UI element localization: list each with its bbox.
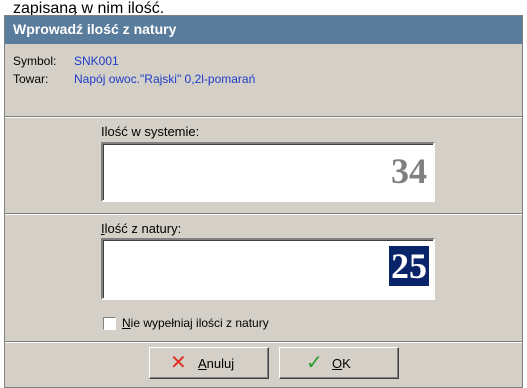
natural-qty-value[interactable]: 25 xyxy=(389,246,429,286)
no-fill-checkbox[interactable] xyxy=(103,317,116,330)
dialog-title: Wprowadź ilość z natury xyxy=(13,21,177,37)
dialog: Wprowadź ilość z natury Symbol: SNK001 T… xyxy=(4,15,523,388)
system-qty-field: 34 xyxy=(101,142,435,202)
separator xyxy=(5,213,522,215)
symbol-value: SNK001 xyxy=(74,54,119,68)
natural-qty-label: Ilość z natury: xyxy=(101,221,182,236)
product-label: Towar: xyxy=(13,72,49,86)
symbol-label: Symbol: xyxy=(13,54,57,68)
cancel-button[interactable]: ✕ Anuluj xyxy=(149,347,269,379)
separator xyxy=(5,341,522,343)
checkmark-icon: ✓ xyxy=(306,352,323,374)
product-value: Napój owoc."Rajski" 0,2l-pomarań xyxy=(74,72,256,86)
system-qty-value: 34 xyxy=(391,151,427,191)
separator xyxy=(5,116,522,118)
product-info: Symbol: SNK001 Towar: Napój owoc."Rajski… xyxy=(5,44,522,116)
system-qty-label: Ilość w systemie: xyxy=(101,124,200,139)
natural-qty-input[interactable]: 25 xyxy=(101,238,435,300)
no-fill-checkbox-label[interactable]: Nie wypełniaj ilości z natury xyxy=(122,316,269,330)
dialog-titlebar: Wprowadź ilość z natury xyxy=(5,16,522,44)
ok-button-label: OK xyxy=(332,356,351,371)
ok-button[interactable]: ✓ OK xyxy=(279,347,399,379)
cancel-button-label: Anuluj xyxy=(198,356,235,371)
close-icon: ✕ xyxy=(170,352,187,374)
